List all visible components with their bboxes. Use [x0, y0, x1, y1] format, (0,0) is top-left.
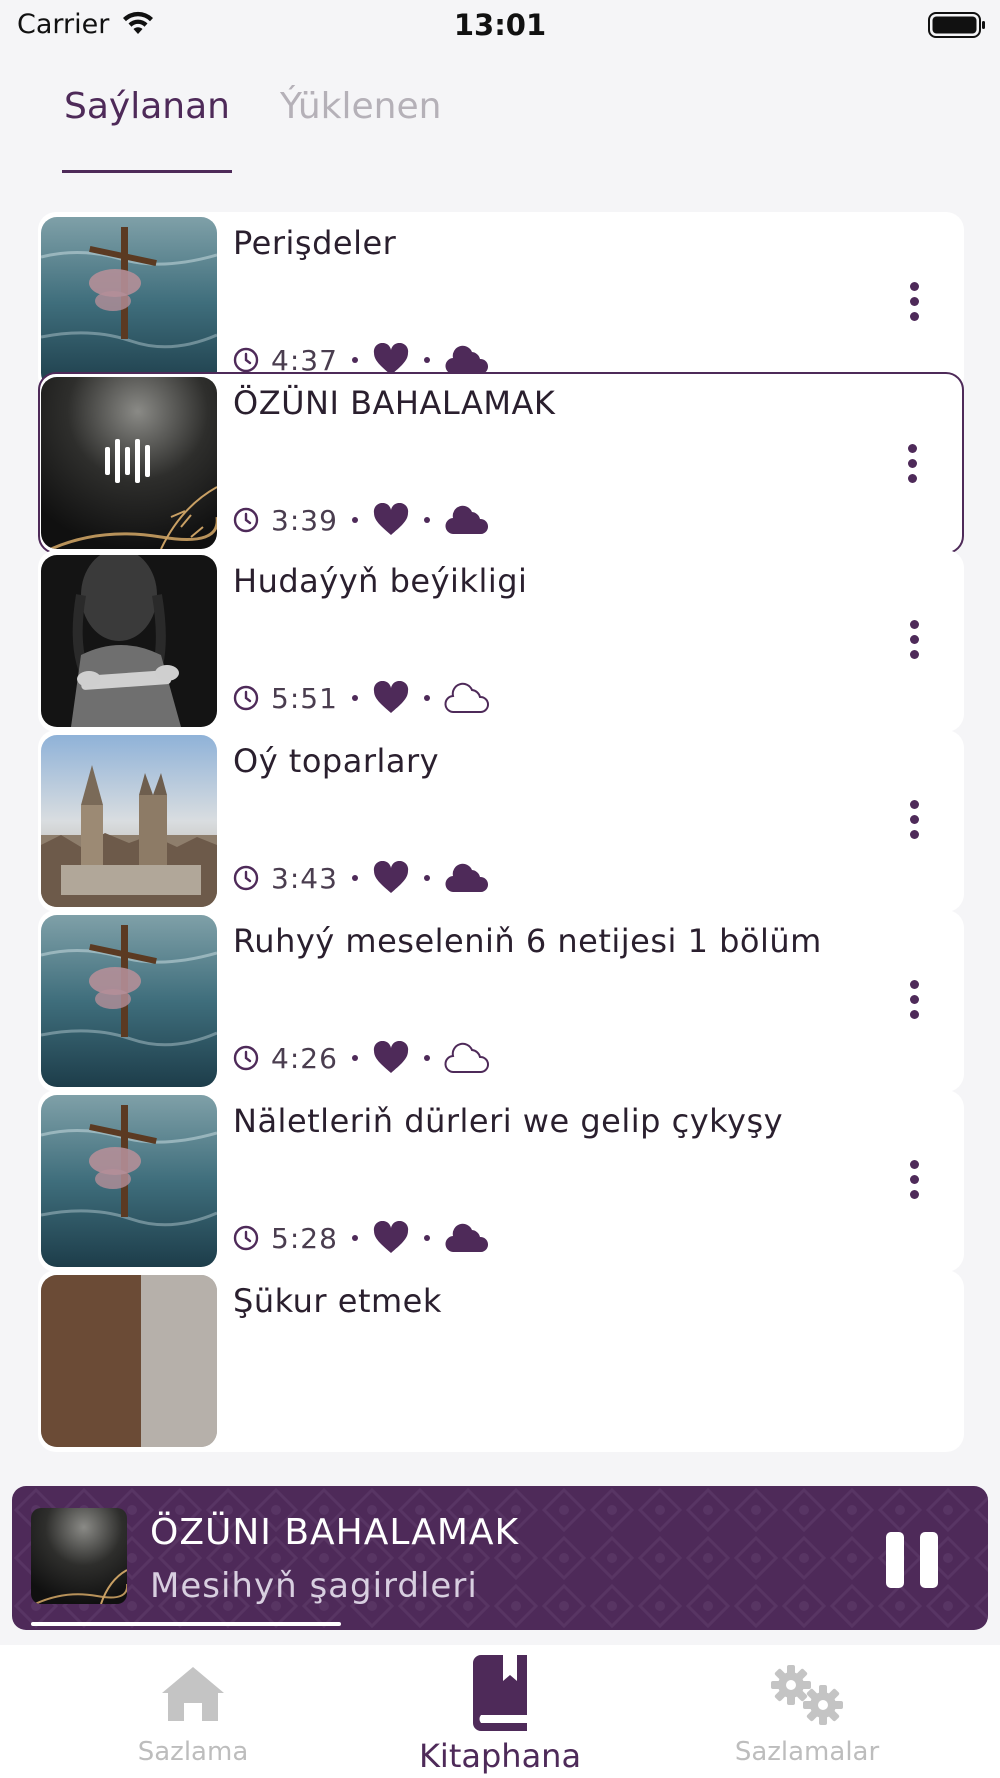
cloud-icon[interactable] — [444, 862, 490, 894]
track-title: Ruhyý meseleniň 6 netijesi 1 bölüm — [233, 922, 822, 960]
clock-icon — [233, 685, 259, 711]
track-artwork — [41, 735, 217, 907]
track-meta: 3:39 — [233, 500, 490, 540]
track-meta: 3:43 — [233, 858, 490, 898]
track-duration: 4:26 — [271, 1041, 338, 1075]
track-artwork — [41, 555, 217, 727]
track-meta: 5:51 — [233, 678, 490, 718]
track-artwork — [41, 1095, 217, 1267]
separator-dot — [423, 357, 430, 363]
nav-home[interactable]: Sazlama — [43, 1645, 343, 1778]
nav-settings[interactable]: Sazlamalar — [657, 1645, 957, 1778]
clock-icon — [233, 347, 259, 373]
track-title: ÖZÜNI BAHALAMAK — [233, 384, 556, 422]
separator-dot — [351, 695, 358, 701]
progress-fill — [31, 1622, 342, 1626]
track-artwork — [41, 377, 217, 549]
more-icon[interactable] — [902, 444, 922, 488]
player-title: ÖZÜNI BAHALAMAK — [150, 1512, 520, 1553]
more-icon[interactable] — [904, 980, 924, 1024]
track-artwork — [41, 217, 217, 389]
track-title: Perişdeler — [233, 224, 397, 262]
track-item[interactable]: Näletleriň dürleri we gelip çykyşy 5:28 — [38, 1090, 964, 1272]
separator-dot — [351, 875, 358, 881]
heart-icon[interactable] — [372, 1041, 410, 1075]
status-time: 13:01 — [453, 8, 547, 42]
separator-dot — [423, 517, 430, 523]
separator-dot — [351, 357, 358, 363]
heart-icon[interactable] — [372, 861, 410, 895]
track-artwork — [41, 915, 217, 1087]
track-duration: 3:39 — [271, 503, 338, 537]
bottom-nav: Sazlama Kitaphana Sazlamalar — [0, 1645, 1000, 1778]
gears-icon — [771, 1665, 843, 1725]
tab-indicator — [62, 170, 232, 173]
track-meta: 5:28 — [233, 1218, 490, 1258]
track-item[interactable]: Perişdeler 4:37 — [38, 212, 964, 394]
cloud-outline-icon[interactable] — [444, 682, 490, 714]
nav-library-label: Kitaphana — [418, 1737, 582, 1775]
mini-player[interactable]: ÖZÜNI BAHALAMAK Mesihyň şagirdleri — [12, 1486, 988, 1630]
track-title: Şükur etmek — [233, 1282, 442, 1320]
battery-icon — [928, 12, 985, 38]
track-item[interactable]: Oý toparlary 3:43 — [38, 730, 964, 912]
ornament-pattern — [12, 1486, 988, 1630]
separator-dot — [423, 1235, 430, 1241]
separator-dot — [423, 695, 430, 701]
clock-icon — [233, 865, 259, 891]
track-duration: 5:28 — [271, 1221, 338, 1255]
separator-dot — [351, 517, 358, 523]
cloud-outline-icon[interactable] — [444, 1042, 490, 1074]
player-artwork — [31, 1508, 127, 1604]
track-duration: 5:51 — [271, 681, 338, 715]
track-artwork — [41, 1275, 217, 1447]
nav-settings-label: Sazlamalar — [734, 1737, 880, 1767]
clock-icon — [233, 1045, 259, 1071]
progress-bar[interactable] — [31, 1622, 971, 1626]
pause-icon[interactable] — [886, 1532, 940, 1588]
cloud-icon[interactable] — [444, 1222, 490, 1254]
heart-icon[interactable] — [372, 503, 410, 537]
track-duration: 3:43 — [271, 861, 338, 895]
tab-downloaded[interactable]: Ýüklenen — [280, 86, 441, 127]
more-icon[interactable] — [904, 620, 924, 664]
nav-library[interactable]: Kitaphana — [350, 1645, 650, 1778]
track-meta: 4:26 — [233, 1038, 490, 1078]
nav-home-label: Sazlama — [137, 1737, 249, 1767]
separator-dot — [423, 875, 430, 881]
track-item[interactable]: ÖZÜNI BAHALAMAK 3:39 — [38, 372, 964, 554]
track-item[interactable]: Ruhyý meseleniň 6 netijesi 1 bölüm 4:26 — [38, 910, 964, 1092]
more-icon[interactable] — [904, 282, 924, 326]
track-title: Näletleriň dürleri we gelip çykyşy — [233, 1102, 784, 1140]
heart-icon[interactable] — [372, 1221, 410, 1255]
status-bar: Carrier 13:01 — [0, 0, 1000, 50]
clock-icon — [233, 507, 259, 533]
more-icon[interactable] — [904, 1160, 924, 1204]
clock-icon — [233, 1225, 259, 1251]
track-item[interactable]: Hudaýyň beýikligi 5:51 — [38, 550, 964, 732]
tab-selected[interactable]: Saýlanan — [64, 86, 230, 127]
cloud-icon[interactable] — [444, 504, 490, 536]
player-subtitle: Mesihyň şagirdleri — [150, 1566, 478, 1606]
book-icon — [473, 1655, 527, 1731]
track-title: Hudaýyň beýikligi — [233, 562, 528, 600]
track-item[interactable]: Şükur etmek — [38, 1270, 964, 1452]
home-icon — [162, 1667, 224, 1721]
more-icon[interactable] — [904, 800, 924, 844]
separator-dot — [351, 1235, 358, 1241]
heart-icon[interactable] — [372, 681, 410, 715]
track-list[interactable]: Perişdeler 4:37 ÖZÜNI BAHALAMAK 3:39 Hud… — [38, 212, 964, 1490]
separator-dot — [351, 1055, 358, 1061]
track-title: Oý toparlary — [233, 742, 440, 780]
separator-dot — [423, 1055, 430, 1061]
